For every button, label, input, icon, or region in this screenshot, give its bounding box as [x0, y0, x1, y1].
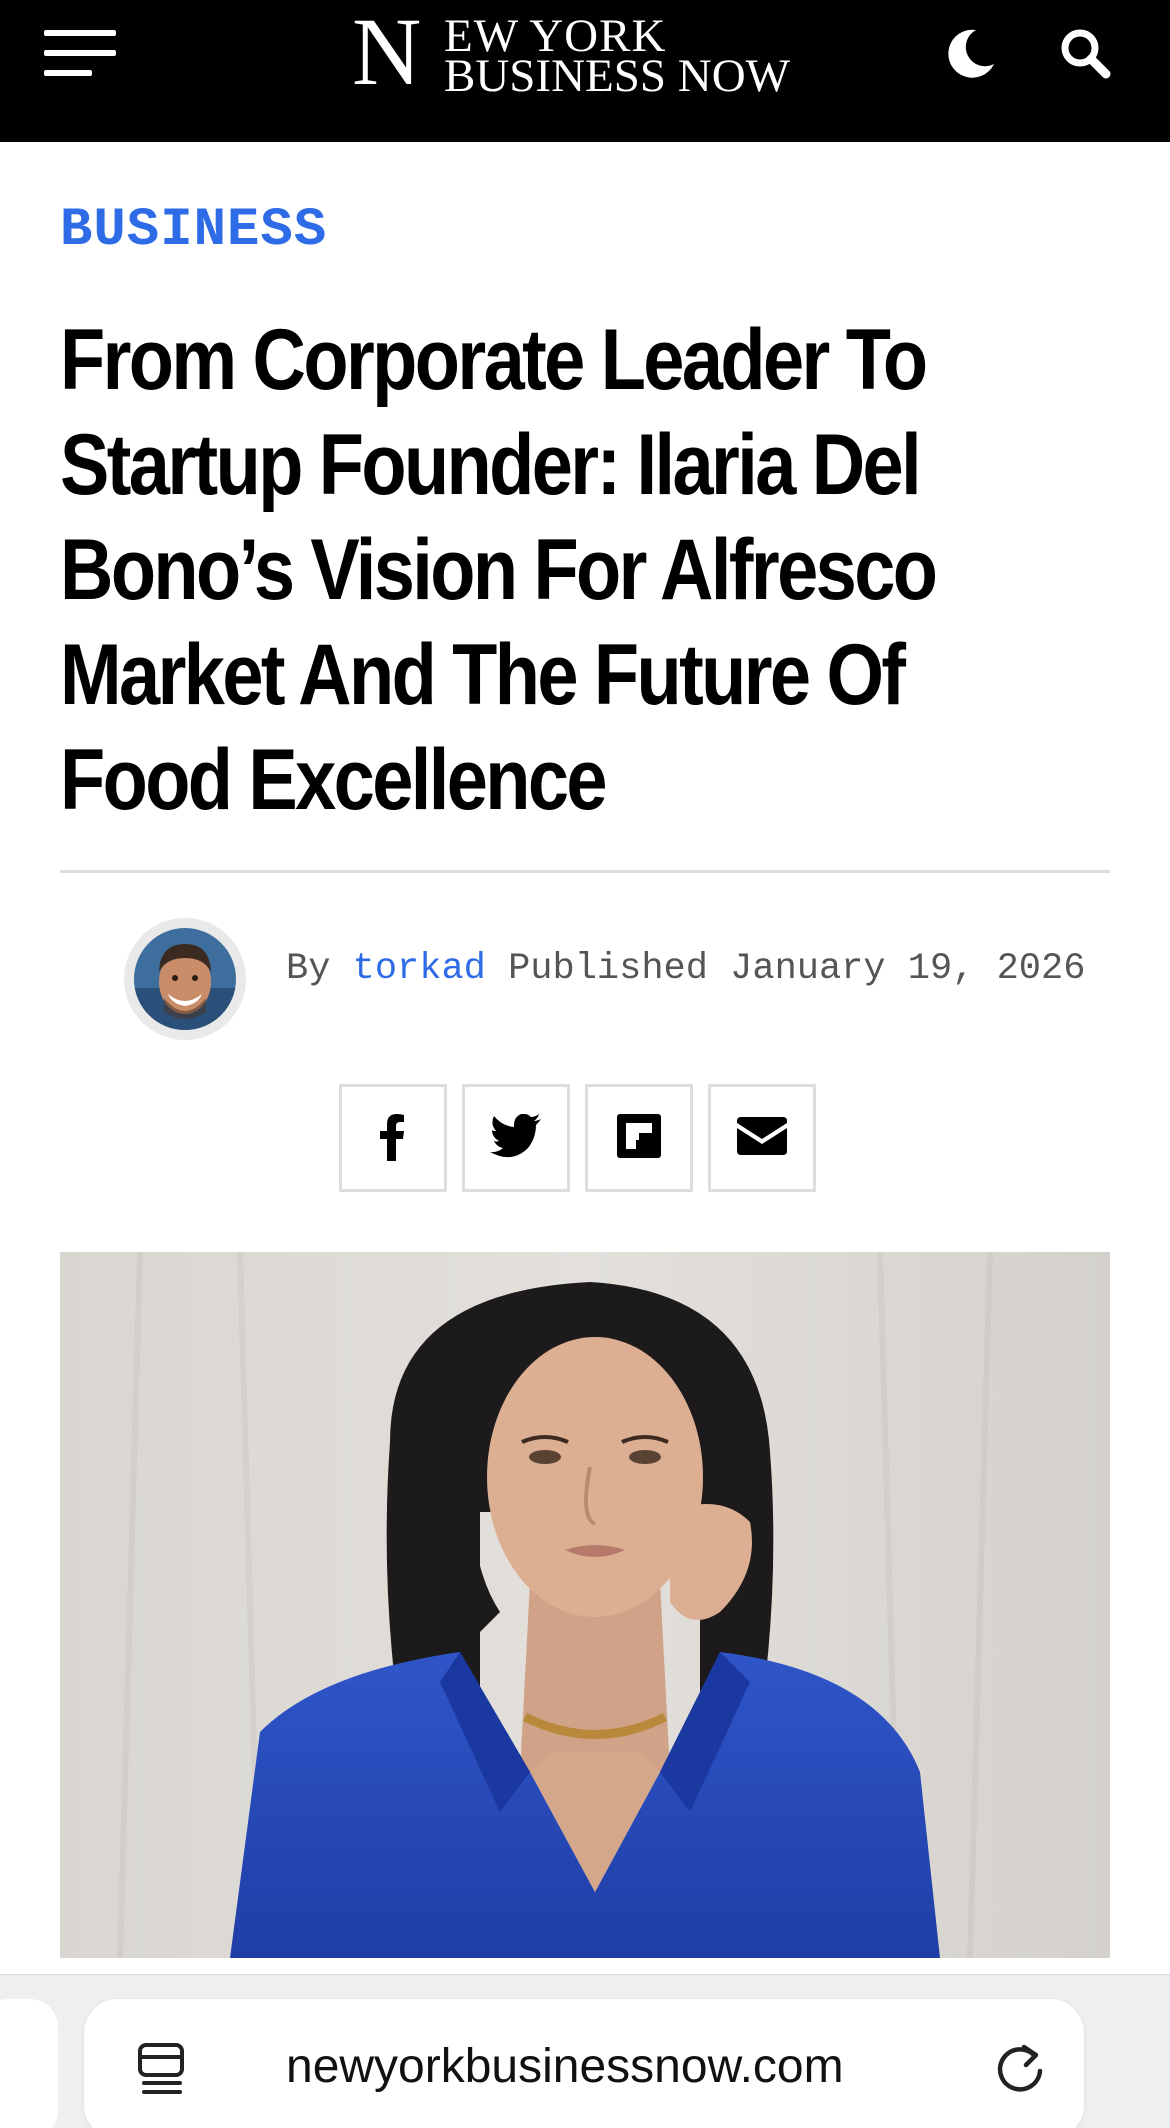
- title-divider: [60, 870, 1110, 873]
- email-icon: [737, 1116, 787, 1160]
- publish-date: January 19, 2026: [730, 948, 1086, 990]
- share-facebook-button[interactable]: [339, 1084, 447, 1192]
- search-icon[interactable]: [1056, 24, 1116, 84]
- moon-icon[interactable]: [940, 24, 1000, 84]
- title-line: From Corporate Leader To: [60, 312, 928, 408]
- logo-initial: N: [352, 0, 422, 105]
- title-line: Food Excellence: [60, 732, 608, 828]
- article-hero-image: [60, 1252, 1110, 1958]
- facebook-icon: [371, 1111, 415, 1166]
- site-logo[interactable]: N EW YORK BUSINESS NOW: [352, 4, 822, 108]
- category-link[interactable]: BUSINESS: [60, 200, 327, 261]
- title-line: Market And The Future Of: [60, 627, 906, 723]
- flipboard-icon: [617, 1113, 661, 1163]
- title-line: Startup Founder: Ilaria Del: [60, 417, 922, 513]
- author-avatar-frame[interactable]: [124, 918, 246, 1040]
- share-twitter-button[interactable]: [462, 1084, 570, 1192]
- byline: By torkad Published January 19, 2026: [286, 948, 1085, 990]
- twitter-icon: [490, 1113, 542, 1163]
- browser-toolbar: newyorkbusinessnow.com: [0, 1974, 1170, 2128]
- reader-mode-icon[interactable]: [136, 2041, 188, 2097]
- url-text[interactable]: newyorkbusinessnow.com: [286, 2039, 844, 2094]
- by-label: By: [286, 948, 331, 990]
- menu-icon[interactable]: [44, 30, 116, 80]
- reload-icon[interactable]: [990, 2039, 1050, 2099]
- previous-tab-edge[interactable]: [0, 1999, 58, 2128]
- share-flipboard-button[interactable]: [585, 1084, 693, 1192]
- avatar[interactable]: [134, 928, 236, 1030]
- published-label: Published: [508, 948, 708, 990]
- share-email-button[interactable]: [708, 1084, 816, 1192]
- author-link[interactable]: torkad: [353, 948, 486, 990]
- site-header: N EW YORK BUSINESS NOW: [0, 0, 1170, 142]
- address-bar[interactable]: newyorkbusinessnow.com: [84, 1999, 1084, 2128]
- title-line: Bono’s Vision For Alfresco: [60, 522, 938, 618]
- article-title: From Corporate Leader To Startup Founder…: [60, 308, 1092, 833]
- logo-line-2: BUSINESS NOW: [444, 50, 791, 102]
